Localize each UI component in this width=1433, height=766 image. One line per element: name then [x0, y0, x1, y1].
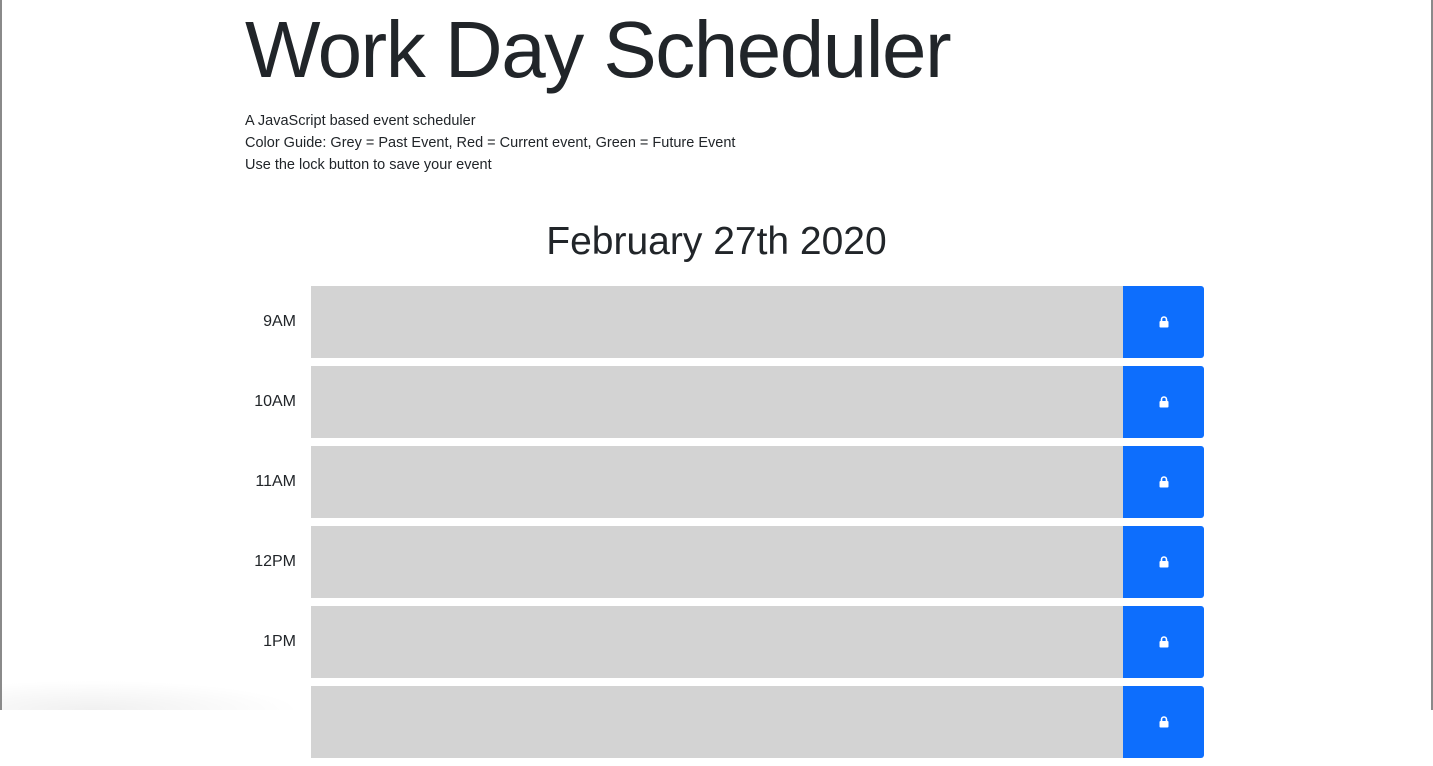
lead-line-color-guide: Color Guide: Grey = Past Event, Red = Cu… — [245, 132, 1205, 154]
time-block-row: 9AM — [245, 286, 1204, 358]
lock-icon — [1159, 316, 1169, 328]
time-block-row: 1PM — [245, 606, 1204, 678]
save-button[interactable] — [1123, 366, 1204, 438]
hour-label: 12PM — [245, 526, 311, 598]
lock-icon — [1159, 556, 1169, 568]
save-button[interactable] — [1123, 606, 1204, 678]
event-description-input[interactable] — [311, 366, 1123, 438]
page-title: Work Day Scheduler — [245, 10, 1205, 90]
jumbotron-header: Work Day Scheduler A JavaScript based ev… — [245, 0, 1205, 176]
save-button[interactable] — [1123, 446, 1204, 518]
lead-line-instructions: Use the lock button to save your event — [245, 154, 1205, 176]
save-button[interactable] — [1123, 286, 1204, 358]
lead-description: A JavaScript based event scheduler Color… — [245, 110, 1205, 176]
event-description-input[interactable] — [311, 606, 1123, 678]
event-description-input[interactable] — [311, 446, 1123, 518]
hour-label — [245, 686, 311, 758]
hour-label: 9AM — [245, 286, 311, 358]
time-block-row: 10AM — [245, 366, 1204, 438]
lock-icon — [1159, 716, 1169, 728]
hour-label: 10AM — [245, 366, 311, 438]
hour-label: 1PM — [245, 606, 311, 678]
lock-icon — [1159, 636, 1169, 648]
time-block-row: 11AM — [245, 446, 1204, 518]
save-button[interactable] — [1123, 686, 1204, 758]
lock-icon — [1159, 476, 1169, 488]
hour-label: 11AM — [245, 446, 311, 518]
lead-line-description: A JavaScript based event scheduler — [245, 110, 1205, 132]
time-block-row — [245, 686, 1204, 758]
time-block-row: 12PM — [245, 526, 1204, 598]
schedule-container: 9AM 10AM 11AM 12PM 1PM — [245, 286, 1204, 766]
event-description-input[interactable] — [311, 526, 1123, 598]
lock-icon — [1159, 396, 1169, 408]
current-day: February 27th 2020 — [245, 218, 1188, 266]
event-description-input[interactable] — [311, 286, 1123, 358]
save-button[interactable] — [1123, 526, 1204, 598]
event-description-input[interactable] — [311, 686, 1123, 758]
